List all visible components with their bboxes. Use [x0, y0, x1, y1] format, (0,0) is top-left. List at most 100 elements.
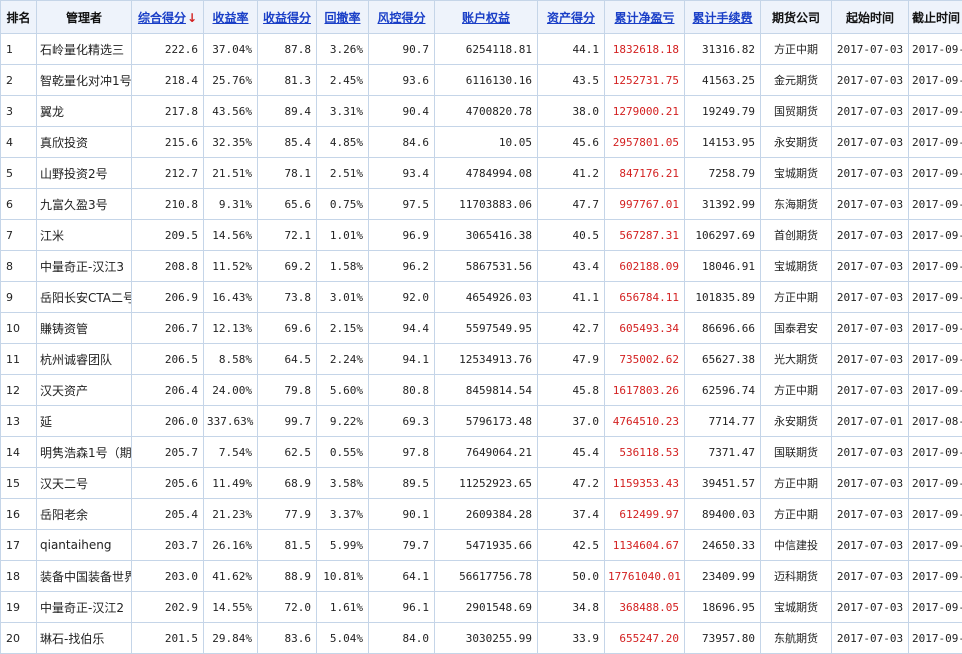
- cell-rank: 13: [1, 406, 37, 437]
- cell-risk-score: 84.6: [369, 127, 435, 158]
- cell-risk-score: 89.5: [369, 468, 435, 499]
- cell-rank: 14: [1, 437, 37, 468]
- cell-start-date: 2017-07-03: [832, 96, 909, 127]
- table-row[interactable]: 20琳石-找伯乐201.529.84%83.65.04%84.03030255.…: [1, 623, 962, 654]
- table-row[interactable]: 14明隽浩森1号（期货）205.77.54%62.50.55%97.876490…: [1, 437, 962, 468]
- cell-risk-score: 97.8: [369, 437, 435, 468]
- table-row[interactable]: 15汉天二号205.611.49%68.93.58%89.511252923.6…: [1, 468, 962, 499]
- cell-start-date: 2017-07-03: [832, 468, 909, 499]
- cell-rank: 9: [1, 282, 37, 313]
- table-row[interactable]: 16岳阳老余205.421.23%77.93.37%90.12609384.28…: [1, 499, 962, 530]
- cell-equity: 11252923.65: [435, 468, 538, 499]
- cell-manager: 岳阳长安CTA二号: [37, 282, 132, 313]
- table-row[interactable]: 9岳阳长安CTA二号206.916.43%73.83.01%92.0465492…: [1, 282, 962, 313]
- cell-fees: 19249.79: [685, 96, 761, 127]
- cell-end-date: 2017-09-12: [909, 499, 962, 530]
- cell-rank: 8: [1, 251, 37, 282]
- cell-broker: 国联期货: [761, 437, 832, 468]
- cell-risk-score: 84.0: [369, 623, 435, 654]
- cell-composite-score: 201.5: [132, 623, 204, 654]
- cell-drawdown: 2.24%: [317, 344, 369, 375]
- cell-end-date: 2017-09-12: [909, 158, 962, 189]
- cell-start-date: 2017-07-03: [832, 282, 909, 313]
- cell-fees: 101835.89: [685, 282, 761, 313]
- table-row[interactable]: 18装备中国装备世界203.041.62%88.910.81%64.156617…: [1, 561, 962, 592]
- cell-end-date: 2017-09-12: [909, 592, 962, 623]
- header-composite-score-sort[interactable]: 综合得分↓: [132, 1, 204, 34]
- cell-fees: 18696.95: [685, 592, 761, 623]
- cell-return-score: 81.3: [258, 65, 317, 96]
- cell-risk-score: 94.1: [369, 344, 435, 375]
- header-equity-sort[interactable]: 账户权益: [435, 1, 538, 34]
- table-row[interactable]: 8中量奇正-汉江3208.811.52%69.21.58%96.25867531…: [1, 251, 962, 282]
- cell-asset-score: 45.6: [538, 127, 605, 158]
- cell-broker: 迈科期货: [761, 561, 832, 592]
- cell-fees: 31316.82: [685, 34, 761, 65]
- cell-return-rate: 37.04%: [204, 34, 258, 65]
- cell-return-score: 83.6: [258, 623, 317, 654]
- cell-rank: 18: [1, 561, 37, 592]
- cell-fees: 7371.47: [685, 437, 761, 468]
- cell-manager: 石岭量化精选三: [37, 34, 132, 65]
- cell-broker: 永安期货: [761, 406, 832, 437]
- cell-asset-score: 47.9: [538, 344, 605, 375]
- header-risk-score-sort[interactable]: 风控得分: [369, 1, 435, 34]
- cell-end-date: 2017-09-12: [909, 468, 962, 499]
- cell-start-date: 2017-07-03: [832, 623, 909, 654]
- cell-broker: 中信建投: [761, 530, 832, 561]
- cell-return-rate: 25.76%: [204, 65, 258, 96]
- cell-asset-score: 34.8: [538, 592, 605, 623]
- cell-rank: 1: [1, 34, 37, 65]
- table-row[interactable]: 12汉天资产206.424.00%79.85.60%80.88459814.54…: [1, 375, 962, 406]
- cell-net-pnl: 1159353.43: [605, 468, 685, 499]
- cell-drawdown: 5.60%: [317, 375, 369, 406]
- cell-asset-score: 38.0: [538, 96, 605, 127]
- cell-fees: 31392.99: [685, 189, 761, 220]
- cell-return-rate: 32.35%: [204, 127, 258, 158]
- table-row[interactable]: 4真欣投资215.632.35%85.44.85%84.610.0545.629…: [1, 127, 962, 158]
- cell-composite-score: 203.7: [132, 530, 204, 561]
- cell-risk-score: 96.2: [369, 251, 435, 282]
- header-return-rate-sort[interactable]: 收益率: [204, 1, 258, 34]
- cell-end-date: 2017-09-12: [909, 375, 962, 406]
- cell-risk-score: 90.7: [369, 34, 435, 65]
- table-row[interactable]: 1石岭量化精选三222.637.04%87.83.26%90.76254118.…: [1, 34, 962, 65]
- cell-end-date: 2017-09-12: [909, 282, 962, 313]
- cell-broker: 方正中期: [761, 282, 832, 313]
- cell-drawdown: 3.37%: [317, 499, 369, 530]
- table-row[interactable]: 3翼龙217.843.56%89.43.31%90.44700820.7838.…: [1, 96, 962, 127]
- header-broker: 期货公司: [761, 1, 832, 34]
- header-asset-score-sort[interactable]: 资产得分: [538, 1, 605, 34]
- cell-net-pnl: 612499.97: [605, 499, 685, 530]
- cell-net-pnl: 567287.31: [605, 220, 685, 251]
- cell-net-pnl: 655247.20: [605, 623, 685, 654]
- cell-return-score: 99.7: [258, 406, 317, 437]
- header-drawdown-sort[interactable]: 回撤率: [317, 1, 369, 34]
- cell-drawdown: 2.15%: [317, 313, 369, 344]
- cell-fees: 18046.91: [685, 251, 761, 282]
- cell-end-date: 2017-09-12: [909, 623, 962, 654]
- cell-drawdown: 5.04%: [317, 623, 369, 654]
- cell-return-rate: 7.54%: [204, 437, 258, 468]
- table-row[interactable]: 13延206.0337.63%99.79.22%69.35796173.4837…: [1, 406, 962, 437]
- table-row[interactable]: 10賺铸资管206.712.13%69.62.15%94.45597549.95…: [1, 313, 962, 344]
- table-row[interactable]: 19中量奇正-汉江2202.914.55%72.01.61%96.1290154…: [1, 592, 962, 623]
- table-row[interactable]: 11杭州诚睿团队206.58.58%64.52.24%94.112534913.…: [1, 344, 962, 375]
- cell-net-pnl: 536118.53: [605, 437, 685, 468]
- header-fees-sort[interactable]: 累计手续费: [685, 1, 761, 34]
- cell-broker: 东海期货: [761, 189, 832, 220]
- table-row[interactable]: 17qiantaiheng203.726.16%81.55.99%79.7547…: [1, 530, 962, 561]
- cell-drawdown: 9.22%: [317, 406, 369, 437]
- cell-equity: 5471935.66: [435, 530, 538, 561]
- table-row[interactable]: 7江米209.514.56%72.11.01%96.93065416.3840.…: [1, 220, 962, 251]
- table-row[interactable]: 5山野投资2号212.721.51%78.12.51%93.44784994.0…: [1, 158, 962, 189]
- cell-manager: 江米: [37, 220, 132, 251]
- table-row[interactable]: 2智乾量化对冲1号218.425.76%81.32.45%93.66116130…: [1, 65, 962, 96]
- header-return-score-sort[interactable]: 收益得分: [258, 1, 317, 34]
- header-net-pnl-sort[interactable]: 累计净盈亏: [605, 1, 685, 34]
- table-row[interactable]: 6九富久盈3号210.89.31%65.60.75%97.511703883.0…: [1, 189, 962, 220]
- cell-manager: 杭州诚睿团队: [37, 344, 132, 375]
- cell-rank: 6: [1, 189, 37, 220]
- cell-equity: 3030255.99: [435, 623, 538, 654]
- cell-risk-score: 90.4: [369, 96, 435, 127]
